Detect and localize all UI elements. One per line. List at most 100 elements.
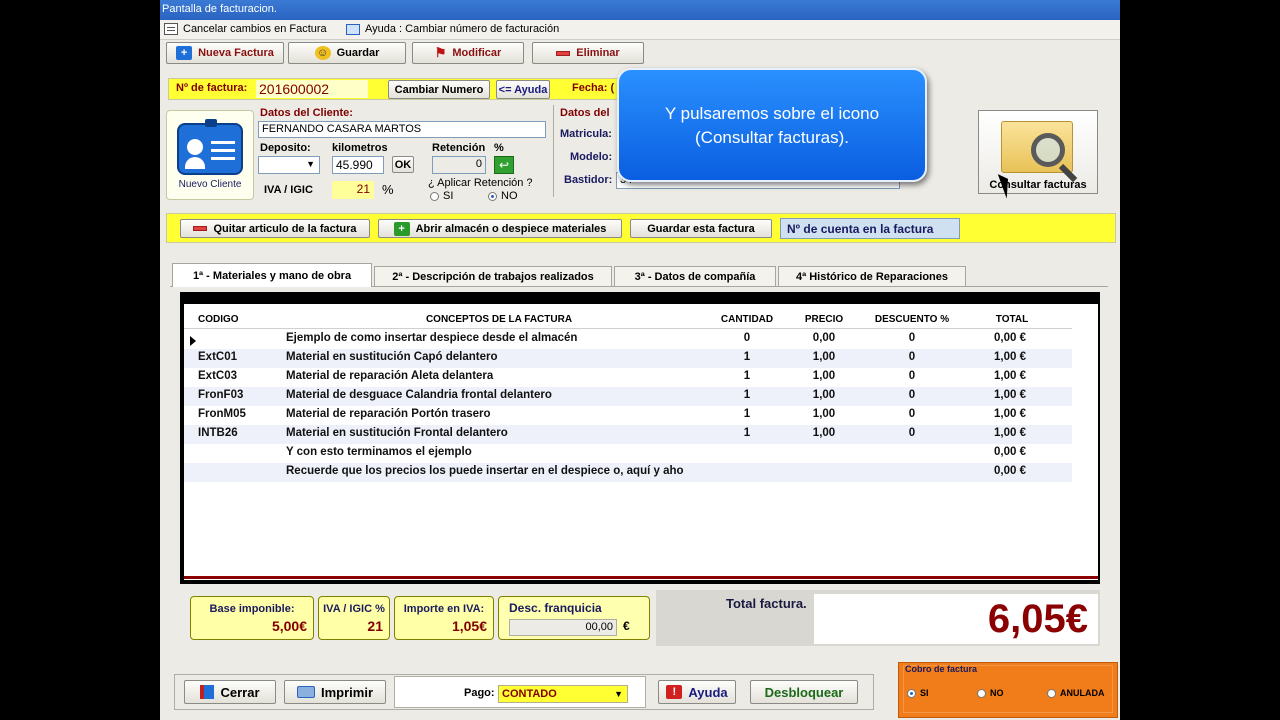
printer-icon (296, 686, 315, 698)
table-cell: 0 (908, 408, 916, 420)
retention-label: Retención (432, 142, 486, 154)
table-cell: 0 (908, 370, 916, 382)
iva-field[interactable]: 21 (332, 181, 374, 199)
remove-item-button[interactable]: Quitar articulo de la factura (180, 219, 370, 238)
save-invoice-button[interactable]: Guardar esta factura (630, 219, 772, 238)
retention-pct-label: % (494, 142, 504, 154)
retention-si-radio[interactable]: SI (430, 190, 453, 202)
table-cell: 0 (908, 427, 916, 439)
iva-amount-value: 1,05€ (451, 618, 487, 634)
plate-label: Matricula: (560, 128, 612, 140)
table-cell: 1,00 (812, 408, 836, 420)
km-ok-label: OK (394, 158, 412, 171)
retention-si-label: SI (443, 190, 454, 202)
table-cell: 1,00 € (994, 389, 1026, 401)
modify-button[interactable]: ⚑ Modificar (412, 42, 524, 64)
save-button[interactable]: ☺ Guardar (288, 42, 406, 64)
table-cell: FronM05 (198, 408, 246, 420)
help-button[interactable]: ! Ayuda (658, 680, 736, 704)
table-cell: ExtC01 (198, 351, 237, 363)
km-field[interactable]: 45.990 (332, 156, 384, 174)
menu-help-label: Ayuda : Cambiar número de facturación (365, 23, 560, 35)
deposit-select[interactable]: ▼ (258, 156, 320, 174)
payment-value: CONTADO (502, 688, 557, 700)
table-cell: 0,00 (812, 332, 836, 344)
tab-materials[interactable]: 1ª - Materiales y mano de obra (172, 263, 372, 287)
grid-bottom-border (184, 576, 1098, 579)
delete-label: Eliminar (576, 47, 620, 59)
table-row[interactable]: FronM05 Material de reparación Portón tra… (184, 406, 1072, 425)
open-store-button[interactable]: + Abrir almacén o despiece materiales (378, 219, 622, 238)
change-number-button[interactable]: Cambiar Numero (388, 80, 490, 99)
deposit-label: Deposito: (260, 142, 311, 154)
table-row[interactable]: Y con esto terminamos el ejemplo 0,00 € (184, 444, 1072, 463)
new-client-label: Nuevo Cliente (178, 179, 242, 190)
total-label: Total factura. (726, 596, 807, 611)
minus-icon (556, 50, 571, 56)
table-cell: 1 (743, 427, 751, 439)
table-cell: Material en sustitución Frontal delanter… (286, 427, 508, 439)
table-row[interactable]: ExtC01 Material en sustitución Capó delan… (184, 349, 1072, 368)
change-number-label: Cambiar Numero (394, 83, 484, 96)
table-row[interactable]: Recuerde que los precios los puede inser… (184, 463, 1072, 482)
table-cell: 1 (743, 408, 751, 420)
table-cell: INTB26 (198, 427, 238, 439)
table-row[interactable]: FronF03 Material de desguace Calandria fr… (184, 387, 1072, 406)
table-cell: 1,00 € (994, 408, 1026, 420)
invoice-number-value: 201600002 (256, 80, 368, 98)
table-cell: 1,00 € (994, 351, 1026, 363)
apply-arrow-icon[interactable]: ↩ (494, 156, 514, 174)
minus-icon (193, 226, 208, 231)
tab-repair-history[interactable]: 4ª Histórico de Reparaciones (778, 266, 966, 286)
table-cell: 0,00 € (994, 332, 1026, 344)
unlock-button[interactable]: Desbloquear (750, 680, 858, 704)
help-arrow-button[interactable]: <= Ayuda (496, 80, 550, 99)
km-ok-button[interactable]: OK (392, 156, 414, 173)
grid-header-price: PRECIO (804, 313, 844, 325)
base-label: Base imponible: (209, 603, 295, 615)
close-button[interactable]: Cerrar (184, 680, 276, 704)
print-label: Imprimir (320, 684, 373, 700)
menu-help-change-number[interactable]: Ayuda : Cambiar número de facturación (346, 23, 559, 35)
franchise-label: Desc. franquicia (509, 601, 602, 615)
title-bar: Pantalla de facturacion. (160, 0, 1120, 20)
print-button[interactable]: Imprimir (284, 680, 386, 704)
cobro-anulada-radio[interactable]: ANULADA (1047, 688, 1105, 699)
divider (553, 105, 554, 197)
new-client-button[interactable]: Nuevo Cliente (166, 110, 254, 200)
table-row[interactable]: ExtC03 Material de reparación Aleta delan… (184, 368, 1072, 387)
table-row[interactable]: INTB26 Material en sustitución Frontal de… (184, 425, 1072, 444)
delete-button[interactable]: Eliminar (532, 42, 644, 64)
magnifier-icon (1031, 133, 1065, 167)
grid-header-code: CODIGO (198, 313, 239, 325)
menu-cancel-changes[interactable]: Cancelar cambios en Factura (164, 23, 327, 35)
remove-item-label: Quitar articulo de la factura (213, 222, 357, 235)
monitor-icon (346, 23, 360, 35)
iva-box: IVA / IGIC % 21 (318, 596, 390, 640)
tab-company-data[interactable]: 3ª - Datos de compañía (614, 266, 776, 286)
retention-no-label: NO (501, 190, 518, 202)
table-row[interactable]: Ejemplo de como insertar despiece desde … (184, 330, 1072, 349)
retention-field[interactable]: 0 (432, 156, 486, 174)
payment-label: Pago: (464, 687, 495, 699)
grid-header-quantity: CANTIDAD (720, 313, 774, 325)
consult-invoices-button[interactable]: Consultar facturas (978, 110, 1098, 194)
iva-pct-label: % (382, 182, 394, 197)
apply-retention-label: ¿ Aplicar Retención ? (428, 177, 533, 189)
items-grid: CODIGO CONCEPTOS DE LA FACTURA CANTIDAD … (180, 292, 1100, 584)
client-name-field[interactable]: FERNANDO CASARA MARTOS (258, 121, 546, 138)
table-cell: 0 (908, 351, 916, 363)
edit-icon (164, 23, 178, 35)
payment-select[interactable]: CONTADO ▼ (498, 685, 628, 703)
new-invoice-button[interactable]: + Nueva Factura (166, 42, 284, 64)
account-button[interactable]: Nº de cuenta en la factura (780, 218, 960, 239)
tab-work-description[interactable]: 2ª - Descripción de trabajos realizados (374, 266, 612, 286)
cobro-no-radio[interactable]: NO (977, 688, 1004, 699)
franchise-field[interactable]: 00,00 (509, 619, 617, 636)
retention-no-radio[interactable]: NO (488, 190, 518, 202)
cobro-si-radio[interactable]: SI (907, 688, 929, 699)
cobro-anulada-label: ANULADA (1060, 688, 1105, 698)
tutorial-tooltip: Y pulsaremos sobre el icono (Consultar f… (617, 68, 927, 182)
table-cell: 1,00 (812, 351, 836, 363)
base-value: 5,00€ (271, 618, 307, 634)
